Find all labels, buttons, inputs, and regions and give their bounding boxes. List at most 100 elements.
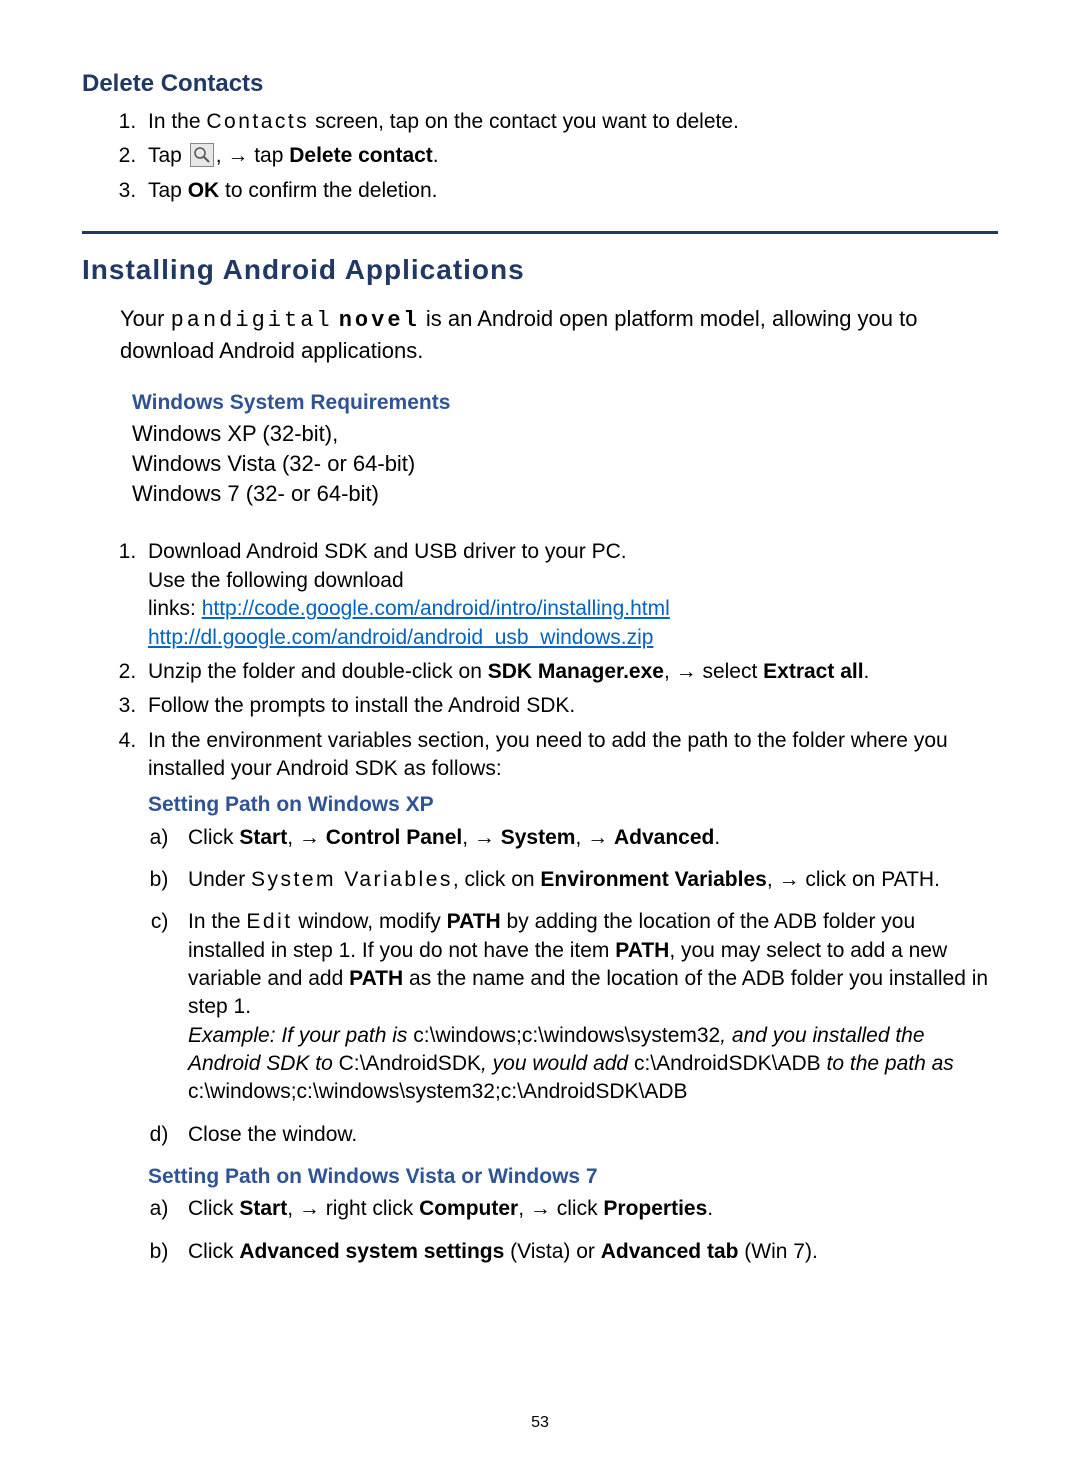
text: links: bbox=[148, 597, 202, 620]
text: Follow the prompts to install the Androi… bbox=[148, 694, 575, 717]
text: Unzip the folder and double-click on bbox=[148, 660, 488, 683]
link-sdk-install[interactable]: http://code.google.com/android/intro/ins… bbox=[202, 597, 670, 620]
arrow-icon: → bbox=[676, 660, 697, 683]
bold-text: System bbox=[501, 826, 576, 849]
text: In the environment variables section, yo… bbox=[148, 729, 948, 780]
link-usb-driver[interactable]: http://dl.google.com/android/android_usb… bbox=[148, 626, 654, 649]
bold-text: PATH bbox=[615, 939, 669, 962]
text: to confirm the deletion. bbox=[219, 179, 437, 202]
brand-pandigital: pandigital bbox=[171, 308, 333, 333]
bold-text: OK bbox=[188, 179, 220, 202]
text: . bbox=[707, 1197, 713, 1220]
arrow-icon: → bbox=[474, 826, 495, 849]
text: Close the window. bbox=[188, 1123, 357, 1146]
text: Click bbox=[188, 1197, 239, 1220]
text: Click bbox=[188, 1240, 239, 1263]
section-divider bbox=[82, 231, 998, 234]
example-text: , you would add bbox=[481, 1052, 634, 1075]
substep-item: Click Start, → right click Computer, → c… bbox=[180, 1195, 998, 1223]
bold-text: SDK Manager.exe bbox=[488, 660, 664, 683]
bold-text: Start bbox=[239, 1197, 287, 1220]
arrow-icon: → bbox=[779, 868, 800, 891]
bold-text: Advanced system settings bbox=[239, 1240, 504, 1263]
bold-text: Extract all bbox=[763, 660, 863, 683]
text: tap bbox=[248, 144, 289, 167]
step-item: Download Android SDK and USB driver to y… bbox=[142, 538, 998, 651]
step-item: Unzip the folder and double-click on SDK… bbox=[142, 658, 998, 686]
text: Download Android SDK and USB driver to y… bbox=[148, 540, 627, 563]
path-text: c:\AndroidSDK\ADB bbox=[634, 1052, 821, 1075]
brand-novel: novel bbox=[339, 308, 420, 333]
text: , bbox=[287, 1197, 299, 1220]
page-number: 53 bbox=[0, 1414, 1080, 1432]
bold-text: Computer bbox=[419, 1197, 518, 1220]
vista-substeps: Click Start, → right click Computer, → c… bbox=[148, 1195, 998, 1266]
text: . bbox=[433, 144, 439, 167]
text: In the bbox=[188, 910, 246, 933]
path-text: C:\AndroidSDK bbox=[339, 1052, 481, 1075]
document-page: Delete Contacts In the Contacts screen, … bbox=[0, 0, 1080, 1472]
text: , bbox=[287, 826, 299, 849]
text: , bbox=[216, 144, 228, 167]
bold-text: Properties bbox=[603, 1197, 707, 1220]
ui-term: Contacts bbox=[206, 110, 309, 133]
text: Your bbox=[120, 306, 171, 331]
bold-text: PATH bbox=[447, 910, 501, 933]
substep-item: Click Advanced system settings (Vista) o… bbox=[180, 1238, 998, 1266]
bold-text: Advanced bbox=[614, 826, 714, 849]
substep-item: Close the window. bbox=[180, 1121, 998, 1149]
arrow-icon: → bbox=[587, 826, 608, 849]
text: Click bbox=[188, 826, 239, 849]
step-item: In the Contacts screen, tap on the conta… bbox=[142, 108, 998, 136]
bold-text: Environment Variables bbox=[540, 868, 766, 891]
bold-text: Control Panel bbox=[326, 826, 463, 849]
text: Use the following download bbox=[148, 569, 404, 592]
text: . bbox=[864, 660, 870, 683]
arrow-icon: → bbox=[299, 826, 320, 849]
text: In the bbox=[148, 110, 206, 133]
text: , bbox=[462, 826, 474, 849]
heading-path-vista: Setting Path on Windows Vista or Windows… bbox=[148, 1163, 998, 1191]
magnifier-icon bbox=[190, 143, 214, 167]
bold-text: PATH bbox=[349, 967, 403, 990]
heading-win-sys-req: Windows System Requirements bbox=[132, 391, 998, 415]
bold-text: Advanced tab bbox=[601, 1240, 739, 1263]
ui-term: System Variables bbox=[251, 868, 453, 891]
text: screen, tap on the contact you want to d… bbox=[309, 110, 739, 133]
step-item: Tap OK to confirm the deletion. bbox=[142, 177, 998, 205]
text: select bbox=[697, 660, 764, 683]
requirements-block: Windows System Requirements Windows XP (… bbox=[132, 391, 998, 508]
text: , bbox=[664, 660, 676, 683]
req-line: Windows 7 (32- or 64-bit) bbox=[132, 479, 998, 509]
text: Under bbox=[188, 868, 251, 891]
intro-paragraph: Your pandigital novel is an Android open… bbox=[120, 304, 998, 365]
step-item: Follow the prompts to install the Androi… bbox=[142, 692, 998, 720]
heading-path-xp: Setting Path on Windows XP bbox=[148, 791, 998, 819]
xp-substeps: Click Start, → Control Panel, → System , … bbox=[148, 824, 998, 1149]
substep-item: In the Edit window, modify PATH by addin… bbox=[180, 908, 998, 1106]
step-item: In the environment variables section, yo… bbox=[142, 727, 998, 1267]
arrow-icon: → bbox=[227, 144, 248, 167]
step-item: Tap , → tap Delete contact. bbox=[142, 142, 998, 170]
heading-installing-android: Installing Android Applications bbox=[82, 254, 998, 286]
text: (Win 7). bbox=[738, 1240, 817, 1263]
text: click on PATH. bbox=[800, 868, 940, 891]
text: , bbox=[767, 868, 779, 891]
path-text: c:\windows;c:\windows\system32;c:\Androi… bbox=[188, 1080, 688, 1103]
text: right click bbox=[320, 1197, 419, 1220]
text: Tap bbox=[148, 179, 188, 202]
text: click bbox=[551, 1197, 604, 1220]
substep-item: Under System Variables, click on Environ… bbox=[180, 866, 998, 894]
example-text: to the path as bbox=[821, 1052, 954, 1075]
bold-text: Start bbox=[239, 826, 287, 849]
text: . bbox=[714, 826, 720, 849]
substep-item: Click Start, → Control Panel, → System, … bbox=[180, 824, 998, 852]
heading-delete-contacts: Delete Contacts bbox=[82, 70, 998, 98]
text: window, modify bbox=[293, 910, 447, 933]
bold-text: Delete contact bbox=[289, 144, 433, 167]
req-line: Windows XP (32-bit), bbox=[132, 419, 998, 449]
example-text: Example: If your path is bbox=[188, 1024, 413, 1047]
text: Tap bbox=[148, 144, 188, 167]
delete-contacts-steps: In the Contacts screen, tap on the conta… bbox=[82, 108, 998, 205]
ui-term: Edit bbox=[246, 910, 292, 933]
